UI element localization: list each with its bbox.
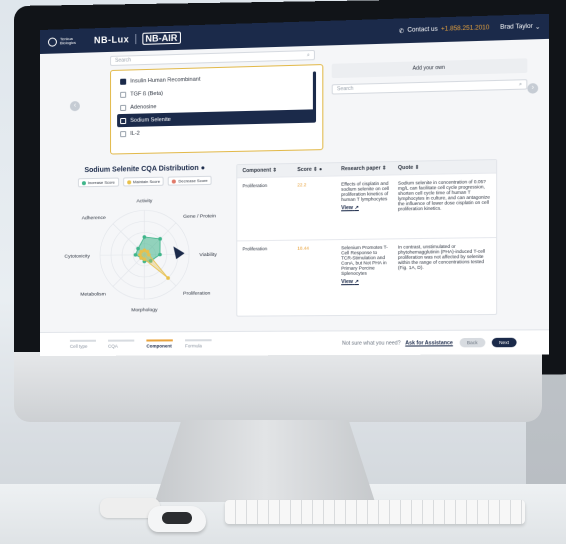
search-icon: ⌕	[306, 52, 310, 59]
checkbox[interactable]	[120, 130, 127, 137]
list-item-label: Insulin Human Recombinant	[130, 76, 201, 85]
radar-chart: Activity Gene / Protein Viability Prolifera…	[64, 198, 217, 313]
radar-axis-label: Cytotoxicity	[64, 253, 90, 259]
product-lux-logo[interactable]: NB-Lux	[94, 34, 129, 45]
phone-icon: ✆	[398, 28, 405, 35]
contact-phone: +1.858.251.2010	[440, 25, 490, 33]
radar-point[interactable]	[133, 253, 138, 257]
component-listbox[interactable]: Insulin Human Recombinant TGF ß (Beta) A…	[110, 64, 324, 155]
radar-axis-label: Metabolism	[80, 292, 106, 298]
next-arrow-icon[interactable]: ›	[527, 83, 539, 94]
cell-paper: Selenium Promotes T-Cell Response to TCR…	[341, 244, 389, 286]
cell-quote: In contrast, unstimulated or phytohemagg…	[397, 243, 486, 271]
step-component[interactable]: Component	[146, 339, 173, 349]
cell-paper: Effects of cisplatin and sodium selenite…	[341, 180, 390, 212]
external-link-icon: ↗	[354, 278, 359, 286]
header-paper[interactable]: Research paper ⇕	[337, 165, 394, 172]
chart-title: Sodium Selenite CQA Distribution ●	[84, 164, 206, 175]
logo-divider	[135, 33, 137, 45]
search-icon: ⌕	[518, 81, 522, 88]
search-placeholder: Search	[115, 57, 132, 64]
ask-assistance-link[interactable]: Ask for Assistance	[405, 340, 453, 346]
cell-score: 18.44	[297, 245, 310, 251]
checkbox[interactable]	[120, 78, 127, 85]
prev-arrow-icon[interactable]: ‹	[69, 100, 80, 112]
radar-axis-label: Proliferation	[183, 291, 210, 297]
header-score[interactable]: Score ⇕ ●	[293, 166, 337, 174]
view-link[interactable]: View ↗	[341, 278, 389, 286]
contact-link[interactable]: ✆ Contact us +1.858.251.2010	[399, 25, 490, 35]
add-own-placeholder: Search	[336, 85, 354, 93]
legend-dot	[126, 179, 131, 184]
radar-axis-label: Activity	[136, 198, 153, 204]
next-button[interactable]: Next	[491, 337, 517, 348]
company-logo[interactable]: Tenkua Biologics	[47, 36, 90, 47]
radar-axis-label: Gene / Protein	[183, 213, 216, 220]
user-menu[interactable]: Brad Taylor ⌄	[500, 23, 540, 32]
product-air-logo[interactable]: NB-AIR	[142, 31, 181, 45]
legend-dot	[172, 178, 177, 184]
contact-label: Contact us	[407, 26, 438, 34]
step-formula[interactable]: Formula	[185, 339, 212, 348]
view-link[interactable]: View ↗	[341, 204, 389, 211]
stepper: Cell type CQA Component Formula	[69, 339, 212, 349]
search-input[interactable]: Search ⌕	[110, 49, 315, 67]
logo-mark-icon	[47, 36, 57, 47]
info-icon[interactable]: ●	[201, 165, 205, 172]
radar-axis-label: Morphology	[131, 307, 158, 313]
radar-chart-panel: Sodium Selenite CQA Distribution ● Incre…	[60, 164, 230, 318]
keyboard	[225, 500, 525, 524]
mouse	[148, 506, 206, 532]
cell-component: Proliferation	[242, 246, 268, 252]
external-link-icon: ↗	[354, 204, 359, 212]
radar-spoke	[113, 255, 144, 287]
results-row: Sodium Selenite CQA Distribution ● Incre…	[60, 158, 527, 317]
user-name: Brad Taylor	[500, 23, 533, 31]
checkbox[interactable]	[120, 117, 127, 124]
chart-legend: Increase Score Maintain Score Decrease S…	[60, 175, 230, 188]
cell-component: Proliferation	[242, 182, 268, 189]
checkbox[interactable]	[120, 91, 127, 98]
legend-decrease[interactable]: Decrease Score	[168, 175, 212, 186]
monitor-chin	[14, 352, 542, 422]
add-own-search-input[interactable]: Search ⌕	[331, 79, 528, 95]
help-text: Not sure what you need? Ask for Assistan…	[342, 339, 453, 347]
step-cqa[interactable]: CQA	[108, 339, 135, 349]
cell-quote: Sodium selenite in concentration of 0.05…	[397, 178, 490, 212]
table-row: Proliferation 18.44 Selenium Promotes T-…	[237, 236, 497, 304]
brand-line2: Biologics	[59, 39, 76, 46]
legend-dot	[81, 180, 86, 185]
checkbox[interactable]	[120, 104, 127, 111]
step-cell-type[interactable]: Cell type	[69, 339, 96, 349]
list-item-label: TGF ß (Beta)	[130, 90, 164, 98]
table-row: Proliferation 22.2 Effects of cisplatin …	[237, 172, 497, 241]
list-item-label: Adenosine	[130, 103, 157, 111]
add-own-title[interactable]: Add your own	[331, 58, 528, 79]
header-component[interactable]: Component ⇕	[237, 167, 293, 174]
results-table: Component ⇕ Score ⇕ ● Research paper ⇕ Q…	[236, 158, 498, 317]
radar-axis-label: Adherence	[82, 215, 106, 221]
monitor-stand	[155, 420, 375, 502]
main-content: Search ⌕ ‹ › Insulin Human Recombinant T…	[40, 39, 549, 334]
legend-maintain[interactable]: Maintain Score	[122, 176, 165, 187]
radar-axis-label: Viability	[199, 252, 217, 258]
chevron-down-icon: ⌄	[534, 23, 541, 31]
add-own-panel: Add your own Search ⌕	[331, 58, 528, 150]
legend-increase[interactable]: Increase Score	[77, 177, 119, 188]
app-screen: Tenkua Biologics NB-Lux NB-AIR ✆ Contact…	[40, 13, 550, 356]
listbox-scrollbar[interactable]	[312, 71, 317, 113]
header-quote[interactable]: Quote ⇕	[394, 163, 496, 172]
list-item-label: Sodium Selenite	[130, 116, 171, 124]
back-button[interactable]: Back	[459, 337, 486, 348]
cell-score: 22.2	[297, 182, 307, 188]
component-selector-row: Insulin Human Recombinant TGF ß (Beta) A…	[110, 58, 528, 155]
list-item-label: IL-2	[130, 130, 140, 137]
bottom-step-bar: Cell type CQA Component Formula Not sure…	[40, 329, 550, 356]
